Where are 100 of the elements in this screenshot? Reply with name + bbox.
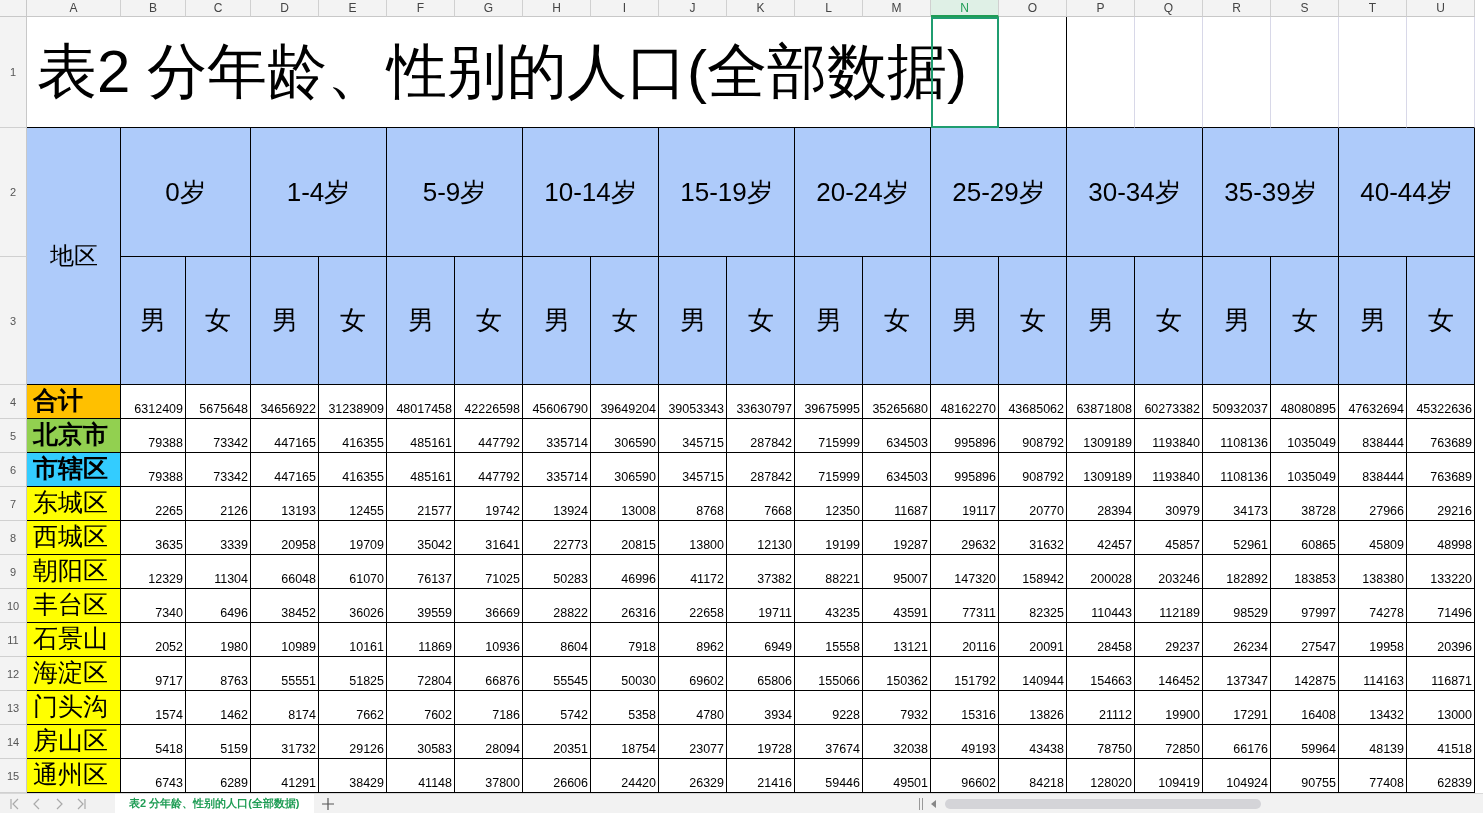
table-cell: 47632694 [1339,385,1407,419]
table-cell: 69602 [659,657,727,691]
row-header[interactable]: 1 [0,17,27,128]
table-cell: 146452 [1135,657,1203,691]
table-cell: 19287 [863,521,931,555]
table-cell: 20815 [591,521,659,555]
column-header[interactable]: L [795,0,863,17]
column-header[interactable]: K [727,0,795,17]
row-header[interactable]: 11 [0,623,27,657]
table-cell: 4780 [659,691,727,725]
table-cell: 45809 [1339,521,1407,555]
table-header: 男 [1203,257,1271,385]
table-cell: 38452 [251,589,319,623]
column-header[interactable]: M [863,0,931,17]
table-header: 女 [591,257,659,385]
table-cell: 29216 [1407,487,1475,521]
table-cell: 203246 [1135,555,1203,589]
table-header: 男 [795,257,863,385]
column-header[interactable]: T [1339,0,1407,17]
add-sheet-icon[interactable] [321,797,334,810]
row-header[interactable]: 12 [0,657,27,691]
column-header[interactable]: G [455,0,523,17]
column-header[interactable]: J [659,0,727,17]
table-cell: 8763 [186,657,251,691]
column-header[interactable]: B [121,0,186,17]
table-cell: 98529 [1203,589,1271,623]
row-header[interactable]: 13 [0,691,27,725]
table-cell: 48998 [1407,521,1475,555]
table-cell: 29237 [1135,623,1203,657]
sheet-tab[interactable]: 表2 分年龄、性别的人口(全部数据) [115,794,314,813]
last-sheet-icon[interactable] [76,797,86,810]
row-header[interactable]: 6 [0,453,27,487]
table-cell: 34656922 [251,385,319,419]
row-header[interactable]: 2 [0,128,27,257]
column-header[interactable]: H [523,0,591,17]
table-cell: 1035049 [1271,453,1339,487]
column-header[interactable]: F [387,0,455,17]
row-header[interactable]: 15 [0,759,27,793]
table-cell: 20396 [1407,623,1475,657]
row-header[interactable]: 7 [0,487,27,521]
column-header[interactable]: D [251,0,319,17]
row-header[interactable]: 9 [0,555,27,589]
table-cell: 133220 [1407,555,1475,589]
table-cell: 142875 [1271,657,1339,691]
table-cell: 13008 [591,487,659,521]
table-header: 女 [1271,257,1339,385]
table-header: 20-24岁 [795,128,931,257]
table-cell: 9228 [795,691,863,725]
table-cell: 1309189 [1067,419,1135,453]
table-cell: 26316 [591,589,659,623]
table-cell: 116871 [1407,657,1475,691]
table-cell: 46996 [591,555,659,589]
row-header[interactable]: 5 [0,419,27,453]
select-all-corner[interactable] [0,0,27,17]
row-header[interactable]: 10 [0,589,27,623]
table-cell: 6949 [727,623,795,657]
table-cell: 36026 [319,589,387,623]
table-cell: 7662 [319,691,387,725]
column-header[interactable]: A [27,0,121,17]
row-header[interactable]: 4 [0,385,27,419]
table-cell: 97997 [1271,589,1339,623]
table-cell: 2126 [186,487,251,521]
splitter-handle[interactable] [918,797,923,810]
next-sheet-icon[interactable] [54,797,64,810]
column-header[interactable]: U [1407,0,1475,17]
table-cell: 112189 [1135,589,1203,623]
table-cell: 2052 [121,623,186,657]
table-cell: 21577 [387,487,455,521]
table-cell: 21112 [1067,691,1135,725]
table-cell: 335714 [523,453,591,487]
table-cell: 49193 [931,725,999,759]
table-cell: 8604 [523,623,591,657]
table-cell: 48017458 [387,385,455,419]
table-cell: 11687 [863,487,931,521]
column-header[interactable]: S [1271,0,1339,17]
table-cell: 763689 [1407,419,1475,453]
table-cell: 10936 [455,623,523,657]
column-header[interactable]: R [1203,0,1271,17]
table-cell: 838444 [1339,453,1407,487]
table-cell: 12130 [727,521,795,555]
column-header[interactable]: Q [1135,0,1203,17]
column-header[interactable]: P [1067,0,1135,17]
column-header[interactable]: I [591,0,659,17]
row-header[interactable]: 14 [0,725,27,759]
row-header[interactable]: 8 [0,521,27,555]
table-cell: 345715 [659,419,727,453]
previous-sheet-icon[interactable] [32,797,42,810]
column-header[interactable]: E [319,0,387,17]
table-cell: 66176 [1203,725,1271,759]
row-header[interactable]: 3 [0,257,27,385]
table-cell: 416355 [319,453,387,487]
scrollbar-thumb[interactable] [944,798,1261,809]
table-cell: 151792 [931,657,999,691]
scroll-left-icon[interactable] [930,799,937,808]
column-header[interactable]: O [999,0,1067,17]
table-cell: 110443 [1067,589,1135,623]
column-header[interactable]: C [186,0,251,17]
table-cell: 447792 [455,453,523,487]
table-cell: 5358 [591,691,659,725]
first-sheet-icon[interactable] [10,797,20,810]
